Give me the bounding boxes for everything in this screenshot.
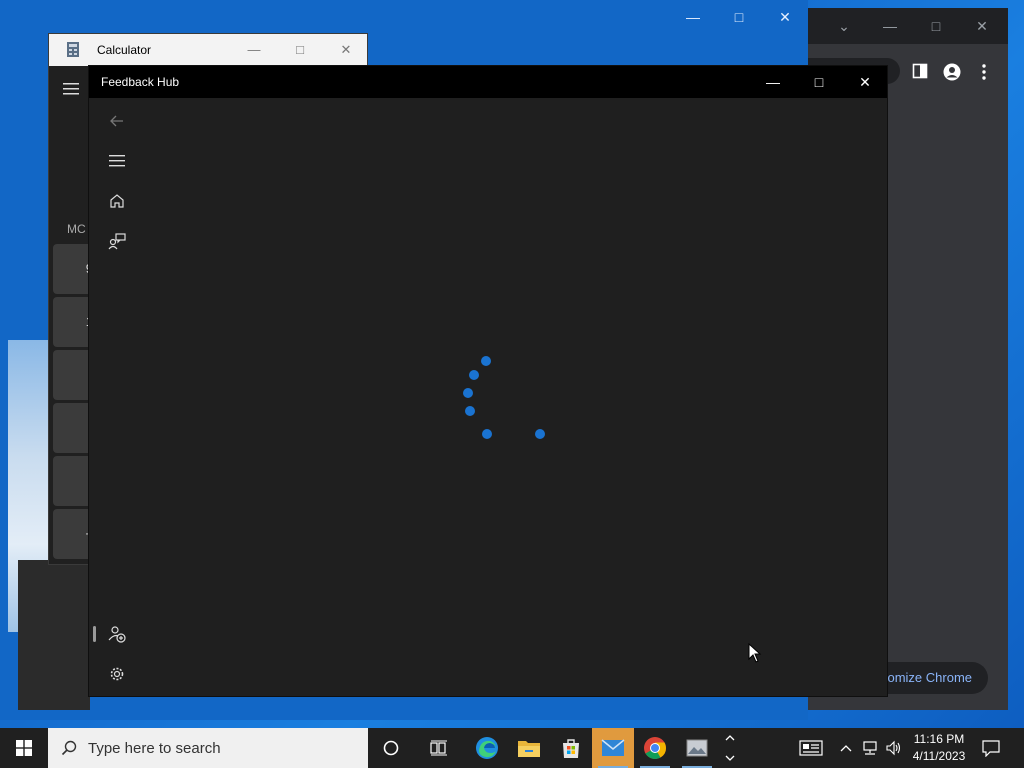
taskbar: Type here to search 11:16 PM 4/11/2023 [0, 728, 1024, 768]
nav-home-button[interactable] [97, 183, 137, 219]
spinner-dot [482, 429, 492, 439]
close-icon[interactable]: ✕ [842, 66, 888, 98]
nav-selection-indicator [93, 626, 96, 642]
menu-dots-icon[interactable] [980, 63, 988, 81]
spinner-dot [469, 370, 479, 380]
cortana-icon [383, 740, 399, 756]
cortana-button[interactable] [370, 728, 412, 768]
minimize-icon[interactable]: — [242, 40, 266, 60]
maximize-icon[interactable]: □ [924, 16, 948, 36]
feedback-hub-titlebar: Feedback Hub — □ ✕ [89, 66, 887, 98]
background-window-frame [18, 560, 90, 710]
clock-date: 4/11/2023 [912, 749, 966, 763]
feedback-hub-window: Feedback Hub — □ ✕ [88, 65, 888, 697]
calculator-app-icon [67, 42, 79, 57]
taskbar-edge[interactable] [466, 728, 508, 768]
task-view-button[interactable] [418, 728, 460, 768]
store-icon [563, 739, 579, 758]
chevron-up-down-icon [725, 735, 735, 761]
volume-button[interactable] [882, 728, 906, 768]
search-icon [61, 740, 77, 756]
maximize-icon[interactable]: □ [727, 6, 751, 28]
windows-logo-icon [16, 740, 32, 756]
maximize-icon[interactable]: □ [288, 40, 312, 60]
gear-icon [110, 667, 124, 681]
minimize-icon[interactable]: — [750, 66, 796, 98]
spinner-dot [465, 406, 475, 416]
photos-icon [686, 739, 708, 757]
hamburger-icon [109, 155, 125, 167]
nav-feedback-button[interactable] [97, 223, 137, 259]
chrome-titlebar: ⌄ — □ ✕ [808, 8, 1008, 44]
minimize-icon[interactable]: — [878, 16, 902, 36]
news-icon [799, 740, 823, 756]
sidebar-icon[interactable] [912, 63, 928, 79]
close-icon[interactable]: ✕ [334, 40, 358, 60]
taskbar-photos[interactable] [676, 728, 718, 768]
network-icon [863, 741, 877, 755]
clock-time: 11:16 PM [913, 732, 965, 746]
nav-menu-button[interactable] [97, 143, 137, 179]
edge-icon [476, 737, 498, 759]
search-placeholder: Type here to search [88, 740, 221, 757]
mouse-cursor-icon [748, 643, 762, 663]
show-hidden-icons[interactable] [836, 728, 856, 768]
calculator-titlebar: Calculator — □ ✕ [49, 34, 367, 66]
add-person-icon [108, 626, 126, 643]
action-center-button[interactable] [970, 728, 1012, 768]
file-explorer-icon [518, 741, 540, 757]
feedback-icon [108, 233, 126, 250]
chevron-down-icon[interactable]: ⌄ [832, 16, 856, 36]
home-icon [110, 194, 124, 208]
taskbar-news[interactable] [790, 728, 832, 768]
taskbar-clock[interactable]: 11:16 PM 4/11/2023 [908, 731, 970, 765]
spinner-dot [481, 356, 491, 366]
back-button[interactable] [97, 103, 137, 139]
notification-icon [982, 740, 1000, 757]
minimize-icon[interactable]: — [681, 6, 705, 28]
start-button[interactable] [0, 728, 48, 768]
calculator-title: Calculator [97, 43, 152, 57]
taskbar-scroll[interactable] [720, 728, 740, 768]
feedback-hub-title: Feedback Hub [101, 75, 180, 89]
taskbar-search-box[interactable]: Type here to search [48, 728, 368, 768]
volume-icon [886, 740, 901, 756]
spinner-dot [463, 388, 473, 398]
network-button[interactable] [858, 728, 882, 768]
task-view-icon [430, 740, 447, 756]
nav-settings-button[interactable] [97, 656, 137, 692]
taskbar-chrome[interactable] [634, 728, 676, 768]
chrome-icon [644, 737, 666, 759]
taskbar-file-explorer[interactable] [508, 728, 550, 768]
memory-clear-button[interactable]: MC [67, 222, 86, 236]
maximize-icon[interactable]: □ [796, 66, 842, 98]
nav-profile-button[interactable] [97, 616, 137, 652]
chevron-up-icon [840, 745, 852, 752]
spinner-dot [535, 429, 545, 439]
hamburger-icon[interactable] [63, 82, 79, 96]
mail-icon [601, 739, 625, 756]
back-arrow-icon [110, 115, 123, 127]
taskbar-store[interactable] [550, 728, 592, 768]
taskbar-mail[interactable] [592, 728, 634, 768]
close-icon[interactable]: ✕ [970, 16, 994, 36]
close-icon[interactable]: ✕ [773, 6, 797, 28]
profile-icon[interactable] [943, 63, 961, 81]
